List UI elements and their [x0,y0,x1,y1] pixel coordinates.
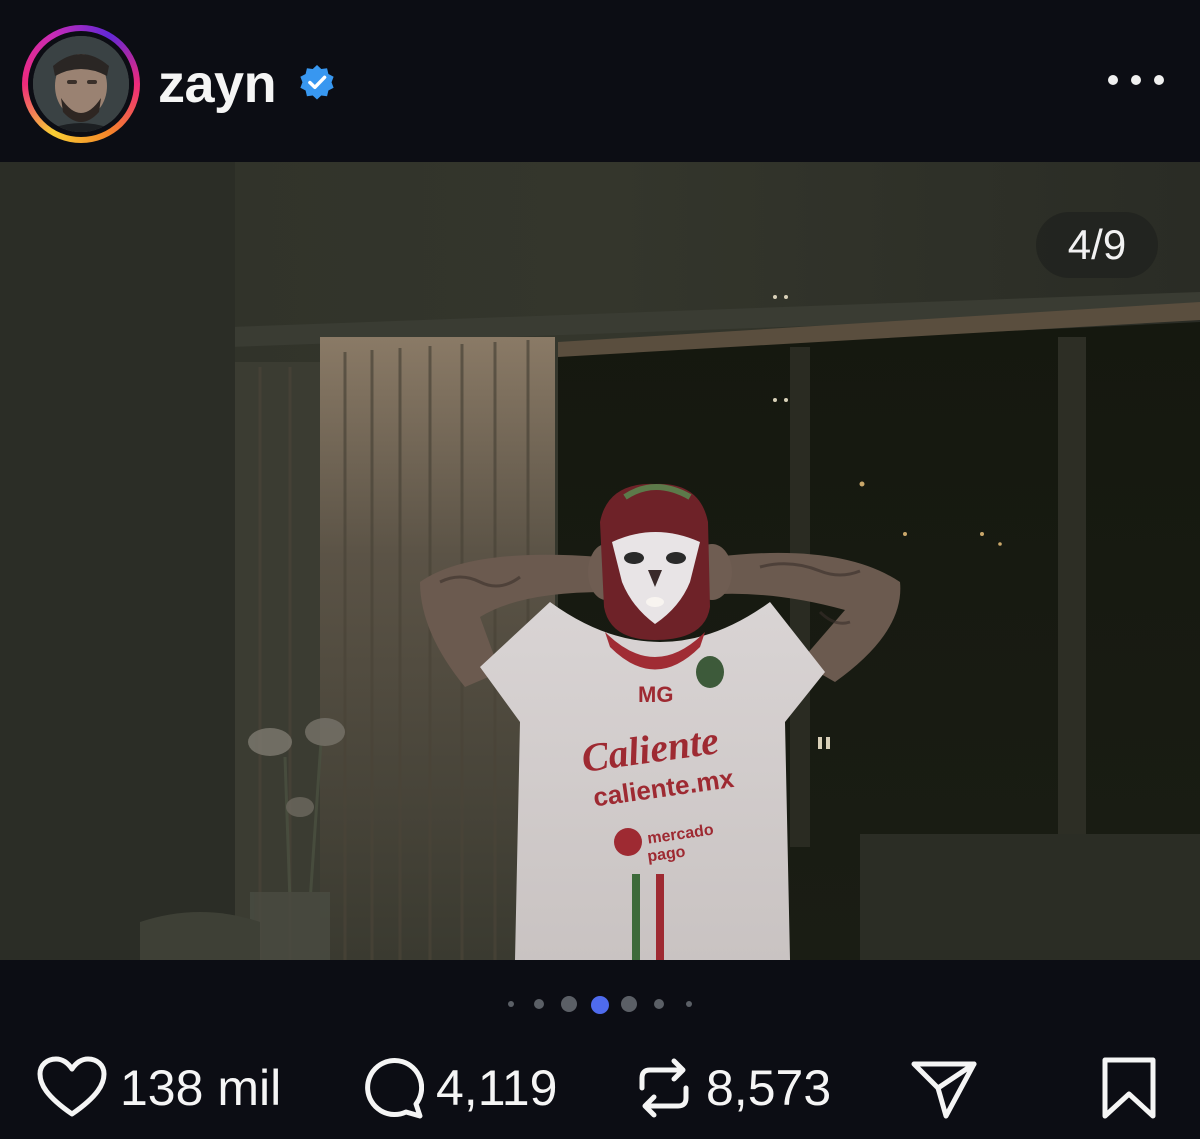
carousel-dot [534,999,544,1009]
carousel-dot [654,999,664,1009]
heart-icon [37,1056,107,1117]
story-ring[interactable] [22,25,140,143]
username[interactable]: zayn [158,52,277,116]
svg-text:MG: MG [638,682,673,707]
verified-icon [300,64,334,100]
avatar[interactable] [33,36,129,132]
post-image[interactable]: Caliente caliente.mx mercado pago MG 4/9 [0,162,1200,960]
action-bar: 138 mil 4,119 8,573 [0,1040,1200,1139]
comment-button[interactable]: 4,119 [360,1056,557,1120]
repost-button[interactable]: 8,573 [634,1056,831,1120]
more-icon [1108,75,1118,85]
likes-count: 138 mil [120,1060,282,1116]
comments-count: 4,119 [436,1060,558,1116]
save-button[interactable] [1100,1056,1158,1120]
carousel-dot [621,996,637,1012]
carousel-dot [508,1001,514,1007]
carousel-dot [686,1001,692,1007]
slide-counter: 4/9 [1036,212,1158,278]
like-button[interactable]: 138 mil [36,1056,281,1120]
carousel-dots [0,990,1200,1020]
share-button[interactable] [910,1056,978,1120]
comment-icon [365,1058,424,1119]
repost-icon [639,1058,689,1118]
more-options-button[interactable] [1108,60,1164,100]
share-icon [911,1061,977,1119]
carousel-dot [561,996,577,1012]
reposts-count: 8,573 [706,1060,832,1116]
post-header: zayn [0,0,1200,162]
bookmark-icon [1102,1057,1156,1119]
carousel-dot-active [591,996,609,1014]
